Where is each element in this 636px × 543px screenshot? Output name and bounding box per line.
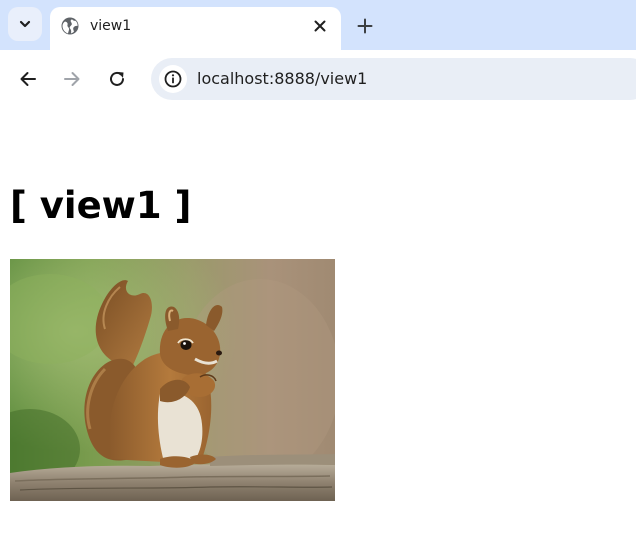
- globe-icon: [61, 17, 79, 35]
- arrow-left-icon: [20, 72, 36, 86]
- arrow-right-icon: [64, 72, 80, 86]
- page-content: [ view1 ]: [0, 108, 636, 543]
- tab-title: view1: [90, 18, 132, 34]
- tab-close-button[interactable]: [311, 17, 329, 35]
- close-icon: [314, 20, 326, 32]
- tab-strip: view1: [0, 0, 636, 50]
- squirrel-image: [10, 259, 335, 501]
- page-heading: [ view1 ]: [10, 184, 192, 227]
- browser-toolbar: localhost:8888/view1: [0, 50, 636, 108]
- browser-window: view1 localhost:8888/view1 [view1]: [0, 0, 636, 543]
- url-text[interactable]: localhost:8888/view1: [197, 69, 367, 88]
- reload-icon: [110, 71, 124, 86]
- back-button[interactable]: [17, 68, 39, 90]
- forward-button[interactable]: [61, 68, 83, 90]
- address-bar[interactable]: localhost:8888/view1: [151, 58, 636, 100]
- new-tab-button[interactable]: [354, 15, 376, 37]
- tab-view1[interactable]: view1: [50, 7, 341, 50]
- plus-icon: [357, 18, 373, 34]
- site-info-button[interactable]: [159, 65, 187, 93]
- chevron-down-icon: [19, 20, 31, 28]
- tab-search-button[interactable]: [8, 7, 42, 41]
- reload-button[interactable]: [106, 68, 128, 90]
- info-icon: [164, 70, 182, 88]
